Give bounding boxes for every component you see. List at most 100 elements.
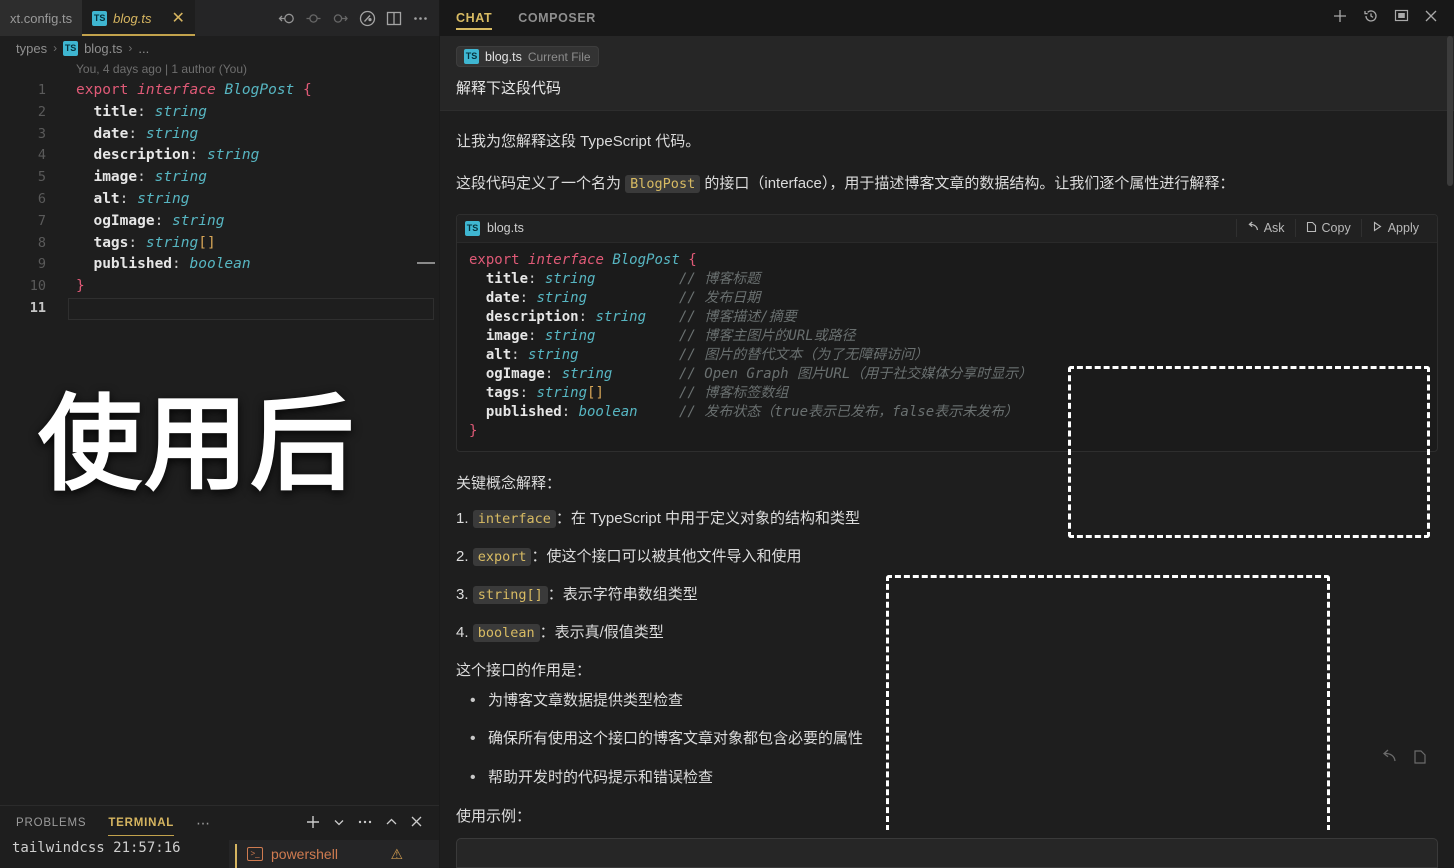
assistant-message: 让我为您解释这段 TypeScript 代码。 这段代码定义了一个名为 Blog… [440,111,1454,830]
close-icon[interactable] [410,815,423,831]
split-left-icon[interactable] [305,11,322,26]
more-actions-icon[interactable] [412,11,429,26]
line-number: 8 [37,234,46,251]
editor-tab-label: xt.config.ts [10,10,73,26]
panel-tab-problems[interactable]: PROBLEMS [16,806,86,840]
code-line[interactable]: 6 alt: string [0,189,439,211]
code-line[interactable]: 8 tags: string[] [0,233,439,255]
item-number: 1. [456,509,473,527]
code-token: published [485,403,562,420]
close-icon[interactable]: ✕ [171,10,184,27]
explanation-section: 关键概念解释： 1. interface ：在 TypeScript 中用于定义对… [456,472,1438,827]
line-number: 5 [37,169,46,186]
maximize-icon[interactable] [1394,8,1409,28]
code-block-line: tags: string[]// 博客标签数组 [469,384,1437,403]
code-token: string [154,103,207,120]
code-token: boolean [189,256,251,273]
panel-tab-terminal[interactable]: TERMINAL [108,806,174,840]
ask-button[interactable]: Ask [1235,219,1295,237]
reply-icon[interactable] [1381,749,1397,770]
code-token: : [561,403,579,420]
code-line[interactable]: 10} [0,276,439,298]
code-token: : [578,308,596,325]
panel-more-icon[interactable]: ⋯ [196,815,211,832]
split-editor-icon[interactable] [386,11,402,26]
copy-icon[interactable] [1413,749,1428,770]
code-token: export [76,82,129,98]
panel-more-options-icon[interactable] [357,816,373,831]
line-number: 11 [29,299,46,316]
breadcrumb-trailing[interactable]: ... [138,41,149,56]
line-number: 4 [37,147,46,164]
code-line[interactable]: 11 [0,297,439,320]
code-token: string [137,190,190,207]
code-token: : [519,384,537,401]
code-token: : [128,234,146,251]
breadcrumb-file[interactable]: blog.ts [84,41,122,56]
code-line[interactable]: 7 ogImage: string [0,211,439,233]
code-block-body[interactable]: export interface BlogPost { title: strin… [457,243,1437,451]
new-chat-icon[interactable] [1332,8,1348,29]
code-token: : [528,270,545,287]
code-token: image [93,169,138,186]
go-back-icon[interactable] [278,11,295,26]
code-line[interactable]: 5 image: string [0,167,439,189]
code-token: interface [137,82,216,98]
code-line-text: tags: string[] [68,233,215,255]
run-icon[interactable] [359,10,376,27]
code-token: : [172,256,190,273]
chevron-down-icon[interactable] [333,816,345,831]
message-actions [1381,749,1428,770]
code-token: ogImage [93,212,155,229]
editor-tab-label: blog.ts [113,11,152,26]
code-line-text: ogImage: string [68,211,224,233]
line-number: 1 [37,82,46,98]
chat-scrollbar[interactable] [1447,36,1453,186]
code-token: alt [93,190,120,207]
history-icon[interactable] [1363,8,1379,29]
item-text: ：表示真/假值类型 [539,623,664,641]
editor-tab-active[interactable]: TS blog.ts ✕ [82,0,195,36]
close-icon[interactable] [1424,9,1438,28]
tab-composer[interactable]: COMPOSER [518,0,596,36]
code-line[interactable]: 9 published: boolean [0,254,439,276]
add-terminal-icon[interactable] [305,814,321,833]
code-token: date [93,125,129,142]
chat-input[interactable] [456,838,1438,868]
chevron-up-icon[interactable] [385,816,398,831]
copy-label: Copy [1321,221,1351,235]
code-line[interactable]: 1 export interface BlogPost { [0,80,439,102]
copy-button[interactable]: Copy [1294,219,1361,237]
tab-chat[interactable]: CHAT [456,0,493,36]
editor-tab-inactive[interactable]: xt.config.ts [0,0,83,36]
code-line[interactable]: 2 title: string [0,102,439,124]
apply-button[interactable]: Apply [1360,219,1429,237]
terminal-tab-powershell[interactable]: powershell [271,846,338,862]
code-token: boolean [578,403,638,420]
code-line[interactable]: 4 description: string [0,145,439,167]
code-token: description [485,308,579,325]
code-block-filename: blog.ts [487,221,524,235]
terminal-body[interactable]: tailwindcss 21:57:16 >_ powershell ⚠ [0,840,439,868]
code-line-text [68,297,434,320]
breadcrumb-folder[interactable]: types [16,41,47,56]
item-text: ：使这个接口可以被其他文件导入和使用 [531,547,802,565]
explanation-numbered-list: 1. interface ：在 TypeScript 中用于定义对象的结构和类型 2… [456,507,1438,645]
split-right-icon[interactable] [332,11,349,26]
context-file-sub: Current File [527,49,591,64]
context-chip[interactable]: TS blog.ts Current File [456,46,599,67]
chat-pane: CHAT COMPOSER TS blog.ts Current File 解释… [440,0,1454,868]
code-line[interactable]: 3 date: string [0,124,439,146]
code-token: string [561,365,613,382]
explanation-heading: 关键概念解释： [456,474,562,492]
panel-actions [305,814,423,833]
play-icon [1372,221,1383,235]
inline-code: interface [472,509,556,528]
